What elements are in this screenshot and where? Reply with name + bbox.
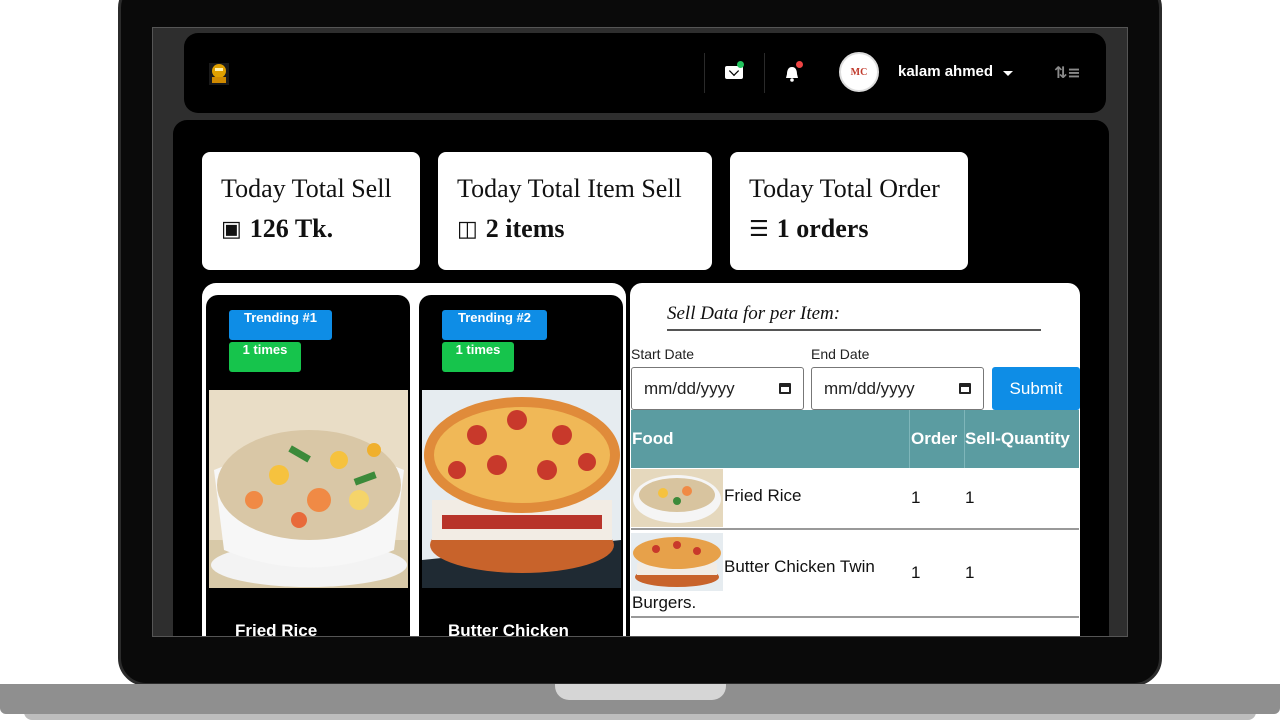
menu-icon[interactable]: ⇅≡ [1054,63,1081,82]
stat-card-total-item-sell: Today Total Item Sell ◫ 2 items [438,152,712,270]
stat-card-total-sell: Today Total Sell ▣ 126 Tk. [202,152,420,270]
avatar[interactable]: MC [839,52,879,92]
calendar-icon[interactable] [959,383,971,394]
column-header-sell-quantity: Sell-Quantity [965,428,1070,448]
mail-notification-dot [737,61,744,68]
dashboard-panel: Today Total Sell ▣ 126 Tk. Today Total I… [173,120,1109,637]
end-date-input[interactable]: mm/dd/yyyy [811,367,984,410]
stat-value-row: ◫ 2 items [457,214,712,244]
sell-quantity: 1 [965,488,975,507]
trending-item-name: Fried Rice [235,621,318,637]
trending-rank-badge: Trending #2 [442,310,547,340]
sell-data-panel: Sell Data for per Item: Start Date End D… [630,283,1080,636]
top-navbar: MC kalam ahmed ⇅≡ [184,33,1106,113]
end-date-label: End Date [811,346,870,362]
stat-title: Today Total Sell [221,174,392,203]
column-divider [909,410,910,468]
fried-rice-image [209,390,408,588]
column-header-order: Order [911,429,958,448]
stat-title: Today Total Item Sell [457,174,682,203]
stat-value: 126 Tk. [249,214,334,243]
trending-card[interactable]: Trending #1 1 times Fried Rice [206,295,410,637]
column-header-food: Food [632,429,674,448]
chevron-down-icon[interactable] [1003,71,1013,76]
battery-chart-icon: ◫ [457,216,478,242]
end-date-placeholder: mm/dd/yyyy [824,378,915,398]
laptop-notch [555,684,726,700]
sell-quantity: 1 [965,563,975,582]
submit-button[interactable]: Submit [992,367,1080,410]
food-name: Fried Rice [724,486,802,505]
cash-icon: ▣ [221,216,242,242]
calendar-icon[interactable] [779,383,791,394]
order-count: 1 [911,488,921,507]
trending-rank-badge: Trending #1 [229,310,332,340]
bell-notification-dot [796,61,803,68]
butter-chicken-burger-image [422,390,621,588]
trending-count-badge: 1 times [442,342,514,372]
start-date-input[interactable]: mm/dd/yyyy [631,367,804,410]
nav-divider [704,53,705,93]
sell-data-title: Sell Data for per Item: [667,303,1041,331]
bell-icon[interactable] [784,66,800,82]
food-name: Butter Chicken Twin Burgers. [632,557,875,612]
start-date-placeholder: mm/dd/yyyy [644,378,735,398]
order-count: 1 [911,563,921,582]
trending-card[interactable]: Trending #2 1 times Butter Chicken [419,295,623,637]
stat-value-row: ☰ 1 orders [749,214,968,244]
trending-count-badge: 1 times [229,342,301,372]
avatar-initials: MC [850,66,868,78]
stat-card-total-order: Today Total Order ☰ 1 orders [730,152,968,270]
username-dropdown[interactable]: kalam ahmed [898,63,993,80]
logo-icon[interactable] [206,59,232,89]
fried-rice-thumbnail [631,469,723,527]
table-header: Food Order Sell-Quantity [631,410,1079,468]
nav-divider [764,53,765,93]
table-row: Fried Rice 1 1 [631,468,1079,530]
start-date-label: Start Date [631,346,695,362]
trending-item-name: Butter Chicken [448,621,569,637]
list-icon: ☰ [749,216,769,242]
stat-value: 1 orders [776,214,869,243]
table-row: Butter Chicken Twin Burgers. 1 1 [631,530,1079,618]
stat-value: 2 items [485,214,565,243]
trending-section: Trending #1 1 times Fried Rice Trending … [202,283,626,637]
laptop-screen: MC kalam ahmed ⇅≡ Today Total Sell ▣ 126… [152,27,1128,637]
stat-value-row: ▣ 126 Tk. [221,214,420,244]
stat-title: Today Total Order [749,174,940,203]
